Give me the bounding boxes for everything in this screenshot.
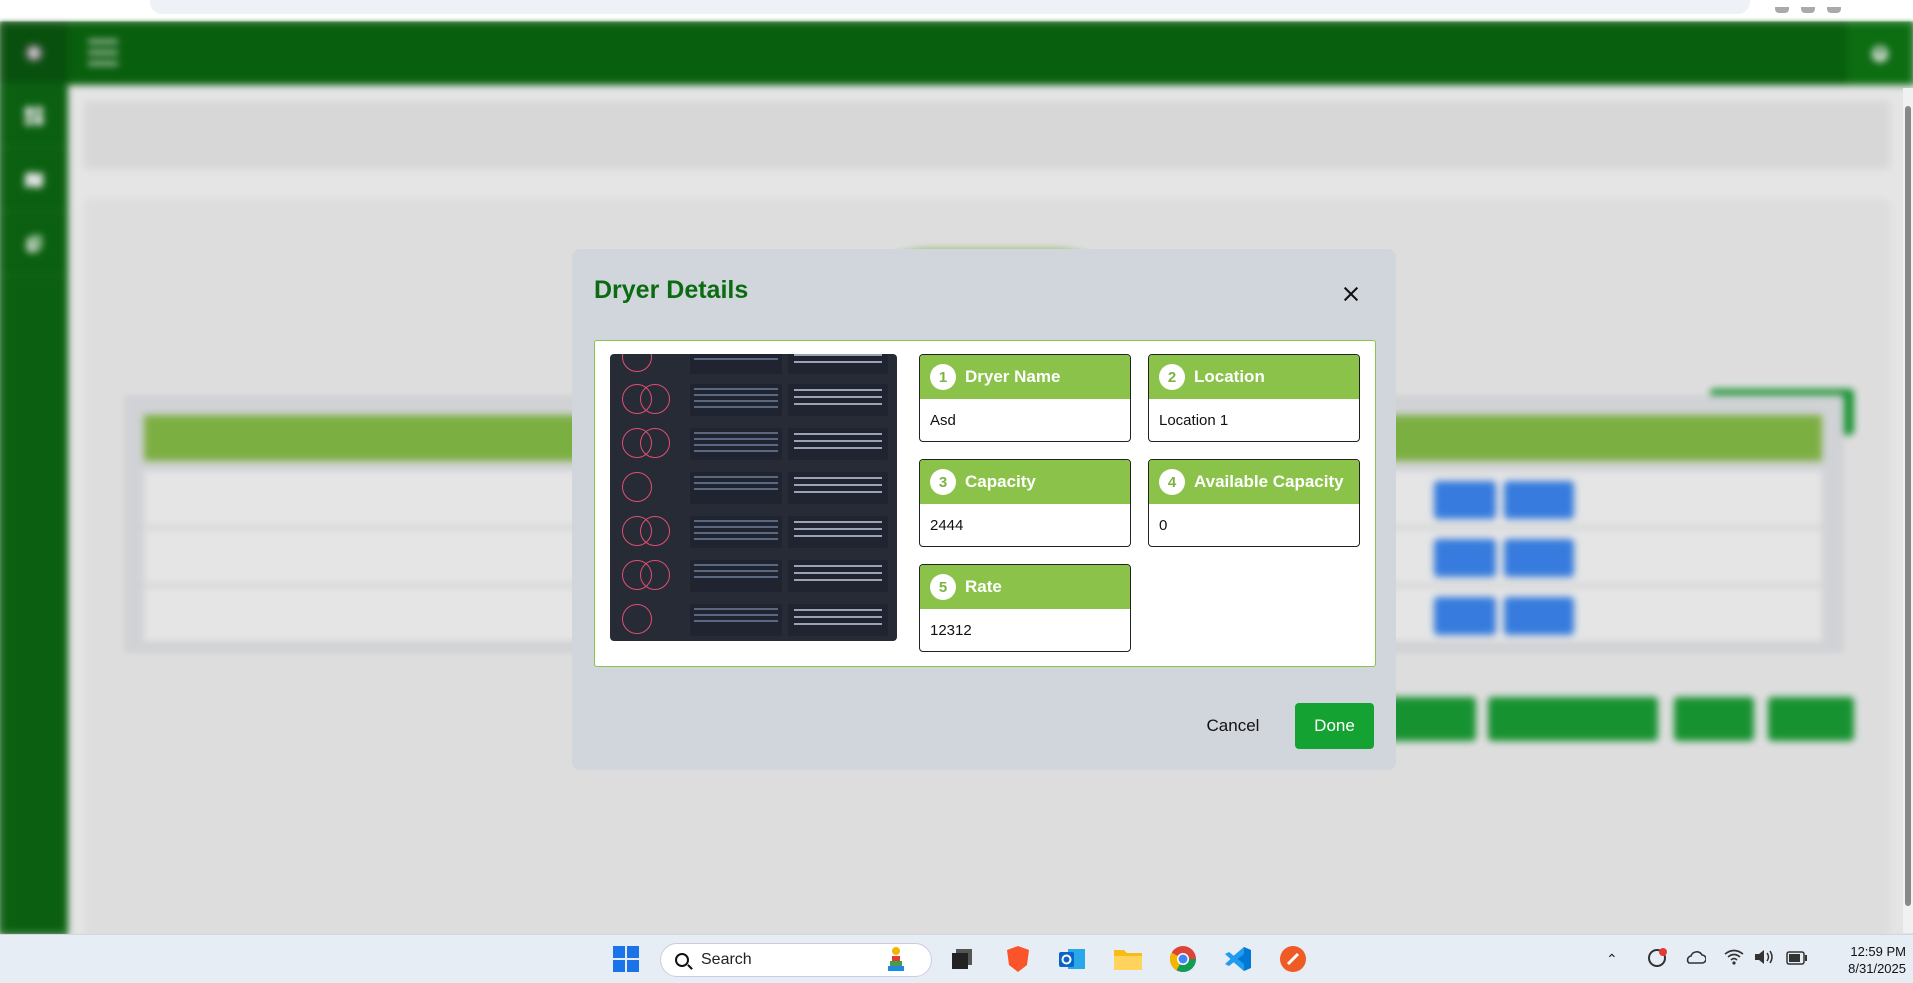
field-value: Location 1 [1159, 411, 1229, 429]
done-button[interactable]: Done [1295, 703, 1374, 749]
search-icon [675, 953, 689, 967]
field-label: Location [1194, 367, 1265, 386]
field-number: 2 [1159, 364, 1185, 390]
address-bar[interactable] [150, 0, 1750, 14]
modal-title: Dryer Details [594, 276, 749, 304]
field-value: 0 [1159, 516, 1168, 534]
field-label: Capacity [965, 472, 1036, 491]
windows-start-icon[interactable] [610, 943, 642, 975]
field-number: 4 [1159, 469, 1185, 495]
field-number: 1 [930, 364, 956, 390]
cancel-button[interactable]: Cancel [1198, 703, 1268, 749]
battery-icon[interactable] [1786, 951, 1808, 968]
field-label: Dryer Name [965, 367, 1061, 386]
field-rate: 5 Rate 12312 [919, 564, 1131, 652]
taskbar-search-text: Search [701, 951, 752, 968]
file-explorer-icon[interactable] [1112, 943, 1144, 975]
chrome-icon[interactable] [1167, 943, 1199, 975]
field-label: Rate [965, 577, 1002, 596]
clock-date: 8/31/2025 [1848, 961, 1906, 976]
field-label: Available Capacity [1194, 472, 1344, 491]
system-clock[interactable]: 12:59 PM 8/31/2025 [1820, 943, 1906, 977]
field-available-capacity: 4 Available Capacity 0 [1148, 459, 1360, 547]
field-value: 2444 [930, 516, 964, 534]
vscode-icon[interactable] [1222, 943, 1254, 975]
os-taskbar: Search ⌃ 12:59 PM 8/31/2025 [0, 934, 1913, 983]
field-number: 3 [930, 469, 956, 495]
wifi-icon[interactable] [1724, 949, 1744, 968]
field-capacity: 3 Capacity 2444 [919, 459, 1131, 547]
tray-chevron-icon[interactable]: ⌃ [1606, 951, 1618, 968]
field-value: Asd [930, 411, 956, 429]
close-icon[interactable] [1340, 283, 1362, 305]
browser-window-controls [1763, 0, 1873, 13]
postman-icon[interactable] [1277, 943, 1309, 975]
dryer-image [610, 354, 897, 641]
field-value: 12312 [930, 621, 972, 639]
field-location: 2 Location Location 1 [1148, 354, 1360, 442]
sync-icon[interactable] [1646, 947, 1668, 972]
field-number: 5 [930, 574, 956, 600]
onedrive-icon[interactable] [1684, 949, 1707, 968]
clock-time: 12:59 PM [1850, 944, 1906, 959]
dryer-details-modal: Dryer Details 1 Dryer Name Asd 2 Location … [572, 249, 1396, 770]
volume-icon[interactable] [1754, 949, 1776, 968]
field-dryer-name: 1 Dryer Name Asd [919, 354, 1131, 442]
page-scrollbar[interactable] [1903, 88, 1913, 933]
modal-body: 1 Dryer Name Asd 2 Location Location 1 3 Ca… [594, 340, 1376, 667]
outlook-icon[interactable] [1056, 943, 1088, 975]
browser-toolbar [0, 0, 1913, 22]
search-highlight-icon[interactable] [880, 943, 912, 975]
brave-browser-icon[interactable] [1002, 943, 1034, 975]
task-view-icon[interactable] [946, 943, 978, 975]
